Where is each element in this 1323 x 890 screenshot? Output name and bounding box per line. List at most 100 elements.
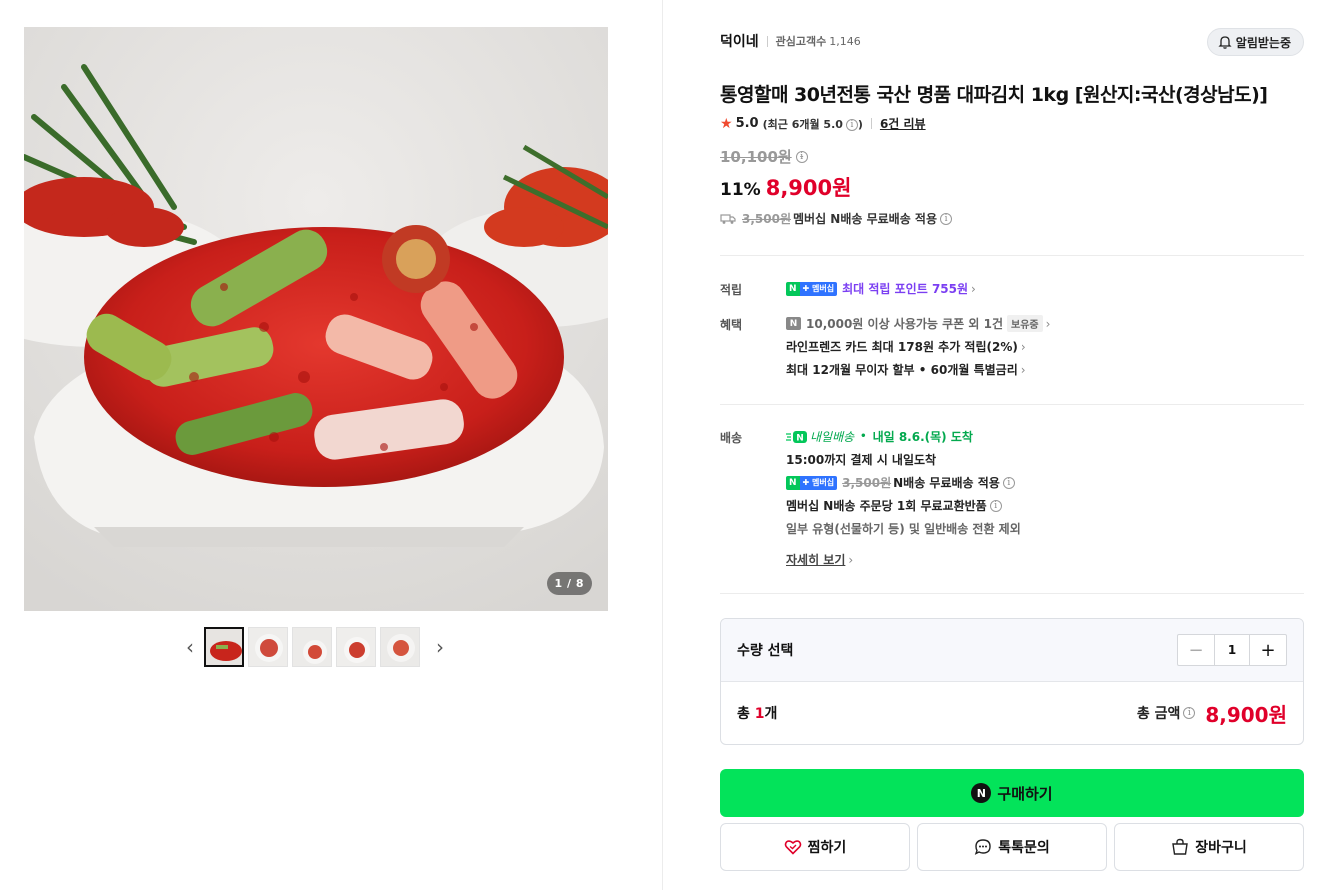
coupon-line[interactable]: N 10,000원 이상 사용가능 쿠폰 외 1건 보유중 › xyxy=(786,312,1050,335)
info-icon[interactable]: i xyxy=(989,499,1002,512)
fast-delivery-icon: N xyxy=(786,430,807,443)
card-line[interactable]: 라인프렌즈 카드 최대 178원 추가 적립(2%) › xyxy=(786,335,1050,358)
chevron-left-icon[interactable]: ‹ xyxy=(180,627,200,667)
delivery-fee-line: N ✚ 멤버십 3,500원 N배송 무료배송 적용 i xyxy=(786,471,1021,494)
thumbnail-3[interactable] xyxy=(292,627,332,667)
separator-dot: • xyxy=(860,431,867,442)
rating-value: 5.0 xyxy=(735,116,759,131)
benefits-label: 혜택 xyxy=(720,318,743,332)
shopping-bag-icon xyxy=(1172,838,1189,855)
divider xyxy=(720,255,1304,256)
product-title: 통영할매 30년전통 국산 명품 대파김치 1kg [원산지:국산(경상남도)] xyxy=(720,84,1268,106)
info-icon[interactable]: i xyxy=(1183,707,1196,719)
fans-label: 관심고객수 xyxy=(775,35,827,48)
cutoff-line: 15:00까지 결제 시 내일도착 xyxy=(786,448,1021,471)
points-text: 최대 적립 포인트 755원 xyxy=(842,282,969,296)
thumbnail-image xyxy=(381,628,419,666)
detail-link-line[interactable]: 자세히 보기 › xyxy=(786,548,1021,571)
buy-button[interactable]: N 구매하기 xyxy=(720,769,1304,817)
shipping-row: 3,500원 멤버십 N배송 무료배송 적용 i xyxy=(720,210,953,227)
quantity-stepper[interactable]: − 1 + xyxy=(1177,634,1287,666)
info-icon[interactable]: i xyxy=(1002,476,1015,489)
points-label: 적립 xyxy=(720,283,743,297)
delivery-badge-line: N 내일배송 • 내일 8.6.(목) 도착 xyxy=(786,425,1021,448)
points-line[interactable]: N ✚ 멤버십 최대 적립 포인트 755원 › xyxy=(786,277,976,300)
rating-recent: (최근 6개월 5.0 i) xyxy=(762,117,863,131)
cart-label: 장바구니 xyxy=(1195,840,1247,856)
store-name[interactable]: 덕이네 xyxy=(720,31,759,51)
total-amount-label: 총 금액 xyxy=(1136,706,1181,722)
chevron-right-icon: › xyxy=(971,281,976,296)
secondary-actions: 찜하기 톡톡문의 장바구니 xyxy=(720,823,1304,871)
plus-button[interactable]: + xyxy=(1250,635,1286,665)
shipping-fee-original: 3,500원 xyxy=(742,212,791,226)
total-count: 총 1개 xyxy=(737,706,778,722)
membership-badge: N ✚ 멤버십 xyxy=(786,281,838,296)
quantity-title: 수량 선택 xyxy=(737,643,794,659)
exchange-text: 멤버십 N배송 주문당 1회 무료교환반품 xyxy=(786,499,987,513)
bell-icon xyxy=(1218,36,1232,49)
coupon-owned-badge: 보유중 xyxy=(1007,315,1043,332)
chat-bubble-icon xyxy=(975,839,991,855)
shipping-text: 멤버십 N배송 무료배송 적용 xyxy=(793,212,938,226)
thumbnail-2[interactable] xyxy=(248,627,288,667)
sale-price-row: 11% 8,900원 xyxy=(720,172,851,202)
thumbnail-5[interactable] xyxy=(380,627,420,667)
divider xyxy=(870,118,872,129)
fans-count: 1,146 xyxy=(829,34,861,48)
main-product-image[interactable]: 1 / 8 xyxy=(24,27,608,611)
quantity-total: 총 1개 총 금액 i 8,900원 xyxy=(721,682,1303,744)
talk-label: 톡톡문의 xyxy=(998,840,1050,856)
delivery-label: 배송 xyxy=(720,431,743,445)
tomorrow-delivery-badge: 내일배송 xyxy=(810,430,855,444)
chevron-right-icon: › xyxy=(1020,339,1026,354)
thumbnail-strip: ‹ › xyxy=(180,627,450,667)
membership-badge: N ✚ 멤버십 xyxy=(786,475,838,490)
wish-label: 찜하기 xyxy=(807,840,847,856)
talk-button[interactable]: 톡톡문의 xyxy=(917,823,1107,871)
alarm-label: 알림받는중 xyxy=(1235,35,1291,50)
divider xyxy=(720,404,1304,405)
delivery-fee-original: 3,500원 xyxy=(842,476,892,490)
sale-price: 8,900원 xyxy=(765,176,852,200)
delivery-fee-text: N배송 무료배송 적용 xyxy=(893,476,1000,490)
alarm-button[interactable]: 알림받는중 xyxy=(1206,28,1304,56)
exception-line: 일부 유형(선물하기 등) 및 일반배송 전환 제외 xyxy=(786,517,1021,540)
benefits-lines: N 10,000원 이상 사용가능 쿠폰 외 1건 보유중 › 라인프렌즈 카드… xyxy=(786,312,1050,381)
info-icon[interactable]: i xyxy=(845,118,858,131)
card-text: 라인프렌즈 카드 최대 178원 추가 적립(2%) xyxy=(786,340,1018,354)
minus-button[interactable]: − xyxy=(1178,635,1214,665)
detail-link[interactable]: 자세히 보기 xyxy=(786,551,845,568)
divider xyxy=(720,593,1304,594)
info-icon[interactable]: i xyxy=(795,150,808,163)
chevron-right-icon[interactable]: › xyxy=(430,627,450,667)
wish-button[interactable]: 찜하기 xyxy=(720,823,910,871)
chevron-right-icon: › xyxy=(848,552,854,567)
cutoff-text: 15:00까지 결제 시 내일도착 xyxy=(786,453,937,467)
chevron-right-icon: › xyxy=(1045,316,1051,331)
total-amount-value: 8,900원 xyxy=(1205,702,1287,727)
image-counter: 1 / 8 xyxy=(546,572,592,595)
thumbnail-image xyxy=(293,628,331,666)
thumbnail-1[interactable] xyxy=(204,627,244,667)
svg-text:N: N xyxy=(796,433,804,443)
points-lines: N ✚ 멤버십 최대 적립 포인트 755원 › xyxy=(786,277,976,300)
product-gallery: 1 / 8 ‹ › xyxy=(0,0,663,890)
rating-row: ★ 5.0 (최근 6개월 5.0 i) 6건 리뷰 xyxy=(720,115,926,132)
thumbnail-image xyxy=(206,629,242,665)
divider xyxy=(766,35,768,47)
star-icon: ★ xyxy=(720,115,733,132)
arrival-date: 내일 8.6.(목) 도착 xyxy=(872,430,973,444)
info-icon[interactable]: i xyxy=(940,212,953,225)
thumbnail-image xyxy=(249,628,287,666)
naver-pay-icon: N xyxy=(971,783,992,803)
buy-label: 구매하기 xyxy=(997,784,1053,803)
cart-button[interactable]: 장바구니 xyxy=(1114,823,1304,871)
thumbnail-4[interactable] xyxy=(336,627,376,667)
heart-icon xyxy=(784,840,801,855)
coupon-text: 10,000원 이상 사용가능 쿠폰 외 1건 xyxy=(806,317,1003,331)
installment-line[interactable]: 최대 12개월 무이자 할부 • 60개월 특별금리 › xyxy=(786,358,1050,381)
naver-n-icon: N xyxy=(786,317,801,330)
quantity-value[interactable]: 1 xyxy=(1214,635,1250,665)
review-link[interactable]: 6건 리뷰 xyxy=(880,115,926,132)
